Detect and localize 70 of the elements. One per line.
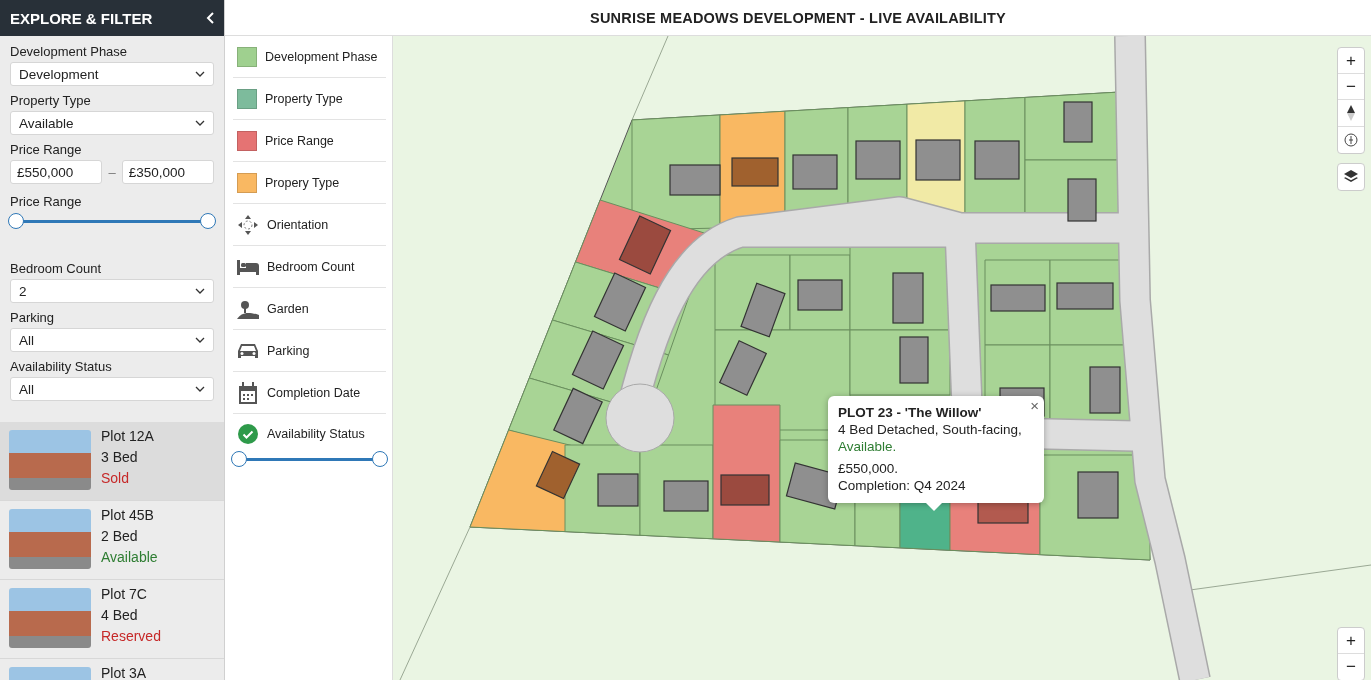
move-arrows-icon bbox=[237, 213, 259, 236]
legend-label: Development Phase bbox=[265, 49, 378, 64]
sidebar-title: EXPLORE & FILTER bbox=[10, 9, 153, 27]
filter-label: Property Type bbox=[10, 93, 92, 108]
filter-label: Development Phase bbox=[10, 44, 129, 59]
filter-label: Bedroom Count bbox=[10, 261, 103, 276]
legend-label: Property Type bbox=[265, 91, 343, 106]
listing-title: Plot 3A bbox=[101, 664, 147, 680]
filter-label: Availability Status bbox=[10, 359, 113, 374]
listing-status: Reserved bbox=[101, 627, 161, 646]
car-icon bbox=[237, 341, 259, 360]
legend-label: Garden bbox=[267, 301, 309, 316]
listing-title: Plot 7C bbox=[101, 585, 148, 604]
listing-beds: 3 Bed bbox=[101, 448, 139, 467]
dropdown[interactable]: All bbox=[10, 328, 214, 352]
listing-card[interactable]: Plot 7C 4 Bed Reserved bbox=[0, 580, 224, 659]
legend-label: Price Range bbox=[265, 133, 334, 148]
listing-status: Available bbox=[101, 548, 158, 567]
listing-title: Plot 45B bbox=[101, 506, 155, 525]
tree-landscape-icon bbox=[237, 298, 259, 319]
listing-beds: 4 Bed bbox=[101, 606, 139, 625]
legend-label: Availability Status bbox=[267, 427, 365, 441]
filter-label: Parking bbox=[10, 310, 56, 325]
chevron-down-icon bbox=[195, 337, 205, 343]
layers-icon bbox=[1344, 170, 1358, 184]
chevron-down-icon bbox=[195, 71, 205, 77]
listing-card[interactable]: Plot 45B 2 Bed Available bbox=[0, 501, 224, 580]
slider-handle[interactable] bbox=[231, 451, 247, 467]
dropdown[interactable]: Available bbox=[10, 111, 214, 135]
close-button[interactable]: × bbox=[1030, 397, 1039, 414]
popup-completion: Completion: Q4 2024 bbox=[838, 477, 967, 494]
popup-title: PLOT 23 - 'The Willow' bbox=[838, 404, 982, 421]
dropdown[interactable]: Development bbox=[10, 62, 214, 86]
listing-title: Plot 12A bbox=[101, 427, 154, 446]
zoom-out-button[interactable]: − bbox=[1338, 654, 1364, 680]
listing-status: Sold bbox=[101, 469, 131, 488]
listing-beds: 2 Bed bbox=[101, 527, 139, 546]
popup-price: £550,000. bbox=[838, 460, 900, 477]
chevron-down-icon bbox=[195, 386, 205, 392]
legend-label: Orientation bbox=[267, 217, 329, 232]
north-arrow-icon bbox=[1347, 105, 1355, 121]
collapse-chevron-icon[interactable] bbox=[206, 12, 214, 24]
listing-card[interactable]: Plot 3A bbox=[0, 659, 224, 680]
legend-label: Completion Date bbox=[267, 385, 361, 400]
price-input-field[interactable]: £550,000 bbox=[10, 160, 103, 184]
legend-label: Parking bbox=[267, 343, 310, 358]
zoom-in-button[interactable]: + bbox=[1338, 628, 1364, 654]
legend-label: Propery Type bbox=[265, 175, 340, 190]
bed-icon bbox=[237, 258, 259, 275]
price-input-field[interactable]: £350,000 bbox=[121, 160, 214, 184]
slider-handle[interactable] bbox=[372, 451, 388, 467]
chevron-down-icon bbox=[195, 288, 205, 294]
page-title: SUNRISE MEADOWS DEVELOPMENT - LIVE AVAILABILITY bbox=[590, 9, 1006, 26]
popup-status: Available. bbox=[838, 438, 898, 455]
check-circle-icon bbox=[238, 424, 258, 444]
legend-label: Bedroom Count bbox=[267, 259, 355, 274]
range-separator: – bbox=[108, 164, 116, 180]
dropdown[interactable]: 2 bbox=[10, 279, 214, 303]
compass-icon bbox=[1344, 133, 1358, 147]
zoom-in-button[interactable]: + bbox=[1338, 48, 1364, 74]
dropdown[interactable]: All bbox=[10, 377, 214, 401]
slider-handle[interactable] bbox=[200, 213, 216, 229]
popup-description: 4 Bed Detached, South-facing, bbox=[838, 421, 1023, 438]
filter-label: Price Range bbox=[10, 142, 83, 157]
zoom-out-button[interactable]: − bbox=[1338, 74, 1364, 100]
slider-handle[interactable] bbox=[8, 213, 24, 229]
listing-card[interactable]: Plot 12A 3 Bed Sold bbox=[0, 422, 224, 501]
filter-label: Price Range bbox=[10, 194, 83, 209]
calendar-icon bbox=[238, 381, 258, 404]
chevron-down-icon bbox=[195, 120, 205, 126]
